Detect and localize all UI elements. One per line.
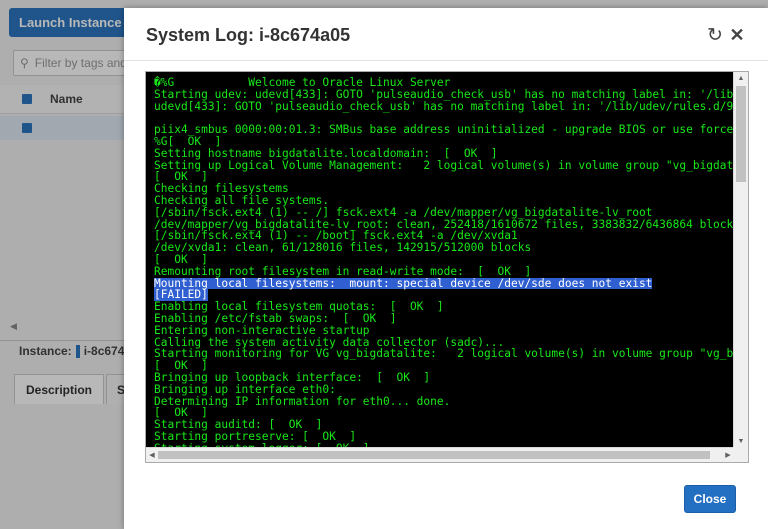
- log-line: Enabling /etc/fstab swaps: [ OK ]: [154, 311, 397, 325]
- log-line: udevd[433]: GOTO 'pulseaudio_check_usb' …: [154, 99, 734, 113]
- log-line: Checking all file systems.: [154, 193, 330, 207]
- log-line: Starting portreserve: [ OK ]: [154, 429, 357, 443]
- log-line: Determining IP information for eth0... d…: [154, 394, 451, 408]
- log-line: Mounting local filesystems: mount: speci…: [154, 276, 734, 290]
- close-icon[interactable]: ✕: [728, 25, 746, 45]
- log-line: Starting monitoring for VG vg_bigdatalit…: [154, 347, 734, 361]
- vertical-scrollbar[interactable]: ▲ ▼: [733, 72, 748, 447]
- log-line: Bringing up loopback interface: [ OK ]: [154, 370, 431, 384]
- log-line: Starting udev: udevd[433]: GOTO 'pulseau…: [154, 87, 734, 101]
- title-separator: [124, 60, 768, 61]
- vertical-scroll-thumb[interactable]: [736, 86, 746, 182]
- selected-log-text: Mounting local filesystems: mount: speci…: [154, 276, 653, 290]
- log-line: /dev/xvda1: clean, 61/128016 files, 1429…: [154, 241, 532, 255]
- log-line: Bringing up interface eth0:: [154, 382, 336, 396]
- dialog-title: System Log: i-8c674a05: [146, 25, 351, 45]
- refresh-icon[interactable]: ↻: [706, 25, 724, 46]
- scrollbar-corner: [733, 447, 748, 462]
- log-line: piix4_smbus 0000:00:01.3: SMBus base add…: [154, 123, 734, 137]
- log-line: [/sbin/fsck.ext4 (1) -- /] fsck.ext4 -a …: [154, 205, 653, 219]
- log-line: Setting hostname bigdatalite.localdomain…: [154, 146, 498, 160]
- horizontal-scroll-thumb[interactable]: [158, 451, 710, 459]
- system-log-dialog: System Log: i-8c674a05 ↻ ✕ �%G Welcome t…: [124, 8, 768, 529]
- scroll-down-arrow-icon[interactable]: ▼: [734, 435, 748, 447]
- log-line: Entering non-interactive startup: [154, 323, 370, 337]
- close-button[interactable]: Close: [684, 485, 736, 513]
- log-line: Setting up Logical Volume Management: 2 …: [154, 158, 734, 172]
- horizontal-scrollbar[interactable]: ◀ ▶: [146, 447, 734, 462]
- log-line: [ OK ]: [154, 252, 208, 266]
- log-line: Remounting root filesystem in read-write…: [154, 264, 532, 278]
- log-text: �%G Welcome to Oracle Linux Server Starti…: [146, 72, 734, 447]
- scroll-up-arrow-icon[interactable]: ▲: [734, 72, 748, 84]
- log-line: %G[ OK ]: [154, 134, 222, 148]
- system-log-console: �%G Welcome to Oracle Linux Server Starti…: [145, 71, 749, 463]
- scroll-left-arrow-icon[interactable]: ◀: [146, 448, 158, 462]
